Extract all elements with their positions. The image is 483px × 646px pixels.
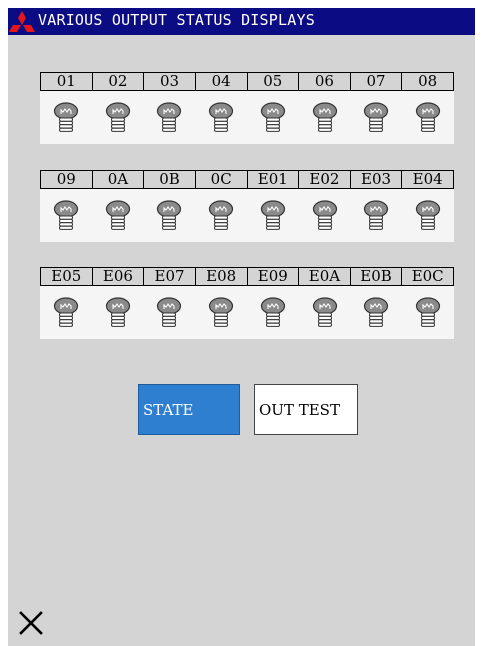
light-bulb-icon (53, 101, 78, 132)
light-bulb-icon (53, 296, 78, 327)
output-indicator (351, 286, 403, 339)
light-bulb-icon (416, 101, 441, 132)
output-status-screen: VARIOUS OUTPUT STATUS DISPLAYS 01 02 03 04 0… (8, 8, 475, 646)
light-bulb-icon (364, 101, 389, 132)
output-label: E0B (349, 267, 402, 286)
output-indicator-row (40, 286, 454, 339)
output-label: 09 (40, 170, 92, 189)
output-indicator-row (40, 189, 454, 242)
window-title: VARIOUS OUTPUT STATUS DISPLAYS (38, 11, 315, 29)
light-bulb-icon (105, 296, 130, 327)
light-bulb-icon (312, 101, 337, 132)
output-indicator (299, 189, 351, 242)
output-label: E0C (401, 267, 454, 286)
output-label-row: 09 0A 0B 0C E01 E02 E03 E04 (40, 170, 454, 189)
light-bulb-icon (416, 296, 441, 327)
light-bulb-icon (260, 101, 285, 132)
output-indicator (195, 286, 247, 339)
output-label: E09 (246, 267, 299, 286)
close-icon (19, 611, 43, 635)
state-button[interactable]: STATE (138, 384, 240, 435)
light-bulb-icon (364, 199, 389, 230)
output-indicator (351, 91, 403, 144)
output-indicator (247, 91, 299, 144)
output-label: E07 (143, 267, 195, 286)
light-bulb-icon (105, 199, 130, 230)
output-indicator (144, 286, 196, 339)
output-indicator (144, 189, 196, 242)
output-label: 0C (194, 170, 247, 189)
light-bulb-icon (260, 199, 285, 230)
output-indicator (299, 91, 351, 144)
mitsubishi-logo-icon (9, 11, 35, 32)
output-label: 08 (401, 72, 454, 91)
output-label: E06 (91, 267, 144, 286)
output-indicator (402, 189, 454, 242)
out-test-button[interactable]: OUT TEST (254, 384, 358, 435)
light-bulb-icon (157, 296, 182, 327)
output-label: 02 (91, 72, 144, 91)
output-label: 04 (194, 72, 247, 91)
light-bulb-icon (209, 101, 234, 132)
output-label: 0B (143, 170, 195, 189)
light-bulb-icon (157, 101, 182, 132)
light-bulb-icon (209, 296, 234, 327)
output-indicator (195, 189, 247, 242)
output-label: E0A (298, 267, 350, 286)
output-indicator (402, 91, 454, 144)
output-indicator (351, 189, 403, 242)
output-label: E01 (246, 170, 299, 189)
output-label: 0A (91, 170, 144, 189)
output-indicator (92, 91, 144, 144)
output-indicator (144, 91, 196, 144)
output-indicator (247, 189, 299, 242)
output-label: E02 (298, 170, 350, 189)
output-indicator (195, 91, 247, 144)
light-bulb-icon (260, 296, 285, 327)
light-bulb-icon (312, 199, 337, 230)
light-bulb-icon (364, 296, 389, 327)
output-label: E05 (40, 267, 92, 286)
light-bulb-icon (53, 199, 78, 230)
output-indicator (40, 189, 92, 242)
light-bulb-icon (416, 199, 441, 230)
output-indicator-row (40, 91, 454, 144)
close-button[interactable] (8, 600, 54, 646)
light-bulb-icon (209, 199, 234, 230)
output-indicator (92, 286, 144, 339)
output-indicator (40, 286, 92, 339)
output-indicator (247, 286, 299, 339)
output-label: E03 (349, 170, 402, 189)
title-bar: VARIOUS OUTPUT STATUS DISPLAYS (8, 8, 475, 35)
output-label-row: E05 E06 E07 E08 E09 E0A E0B E0C (40, 267, 454, 286)
output-label: 05 (246, 72, 299, 91)
light-bulb-icon (105, 101, 130, 132)
light-bulb-icon (312, 296, 337, 327)
output-indicator (299, 286, 351, 339)
output-indicator (402, 286, 454, 339)
output-label: 01 (40, 72, 92, 91)
light-bulb-icon (157, 199, 182, 230)
output-indicator (92, 189, 144, 242)
output-label: 03 (143, 72, 195, 91)
output-indicator (40, 91, 92, 144)
output-label-row: 01 02 03 04 05 06 07 08 (40, 72, 454, 91)
output-label: 06 (298, 72, 350, 91)
output-label: E08 (194, 267, 247, 286)
output-label: E04 (401, 170, 454, 189)
output-label: 07 (349, 72, 402, 91)
